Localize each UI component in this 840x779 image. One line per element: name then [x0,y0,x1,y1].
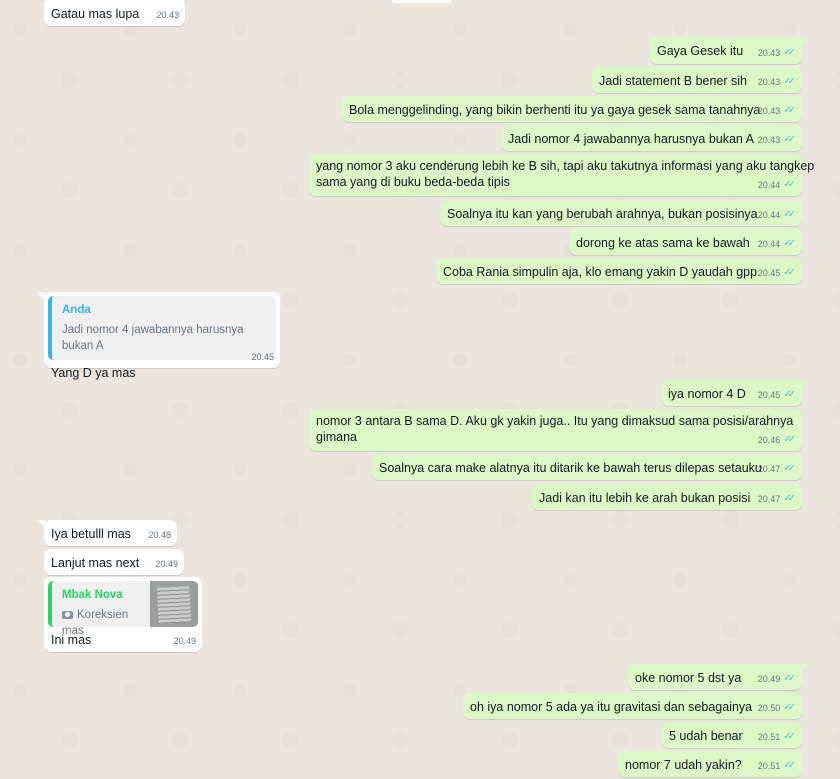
outgoing-message[interactable]: Soalnya cara make alatnya itu ditarik ke… [372,454,802,480]
message-time: 20.43 [757,77,781,87]
outgoing-message[interactable]: Gaya Gesek itu 20.43 ✓✓ [650,37,809,64]
message-text-line-2: gimana [316,430,357,444]
double-check-icon: ✓✓ [783,134,796,145]
double-check-icon: ✓✓ [783,463,796,474]
quote-author: Anda [62,304,91,316]
message-time: 20.49 [155,559,178,569]
double-check-icon: ✓✓ [783,702,796,713]
outgoing-message[interactable]: Soalnya itu kan yang berubah arahnya, bu… [440,200,802,226]
previous-message-edge [392,0,452,3]
message-text: Yang D ya mas [51,366,136,380]
message-time: 20.44 [757,180,781,190]
camera-icon [62,610,73,619]
quote-author: Mbak Nova [62,589,123,601]
double-check-icon: ✓✓ [783,760,796,771]
double-check-icon: ✓✓ [783,209,796,220]
message-time: 20.44 [757,239,781,249]
outgoing-message[interactable]: Coba Rania simpulin aja, klo emang yakin… [436,258,802,284]
quote-text: Jadi nomor 4 jawabannya harusnya bukan A [62,324,244,352]
outgoing-message[interactable]: Jadi kan itu lebih ke arah bukan posisi … [532,484,802,510]
message-text: oh iya nomor 5 ada ya itu gravitasi dan … [470,700,753,714]
double-check-icon: ✓✓ [783,731,796,742]
message-time: 20.48 [148,530,171,540]
double-check-icon: ✓✓ [783,47,796,58]
double-check-icon: ✓✓ [783,179,796,190]
double-check-icon: ✓✓ [783,105,796,116]
message-text-line-2: sama yang di buku beda-beda tipis [316,175,510,189]
outgoing-message[interactable]: nomor 3 antara B sama D. Aku gk yakin ju… [309,409,802,451]
outgoing-message[interactable]: iya nomor 4 D 20.45 ✓✓ [661,380,809,406]
outgoing-message[interactable]: yang nomor 3 aku cenderung lebih ke B si… [309,154,815,196]
message-time: 20.45 [757,268,781,278]
outgoing-message[interactable]: Jadi nomor 4 jawabannya harusnya bukan A… [501,125,802,151]
message-time: 20.43 [757,106,781,116]
double-check-icon: ✓✓ [783,267,796,278]
photo-thumbnail[interactable] [150,581,198,627]
double-check-icon: ✓✓ [783,434,796,445]
message-text: yang nomor 3 aku cenderung lebih ke B si… [316,159,815,173]
incoming-message[interactable]: Lanjut mas next 20.49 [44,549,184,575]
message-time: 20.47 [757,464,781,474]
message-text: Bola menggelinding, yang bikin berhenti … [349,103,761,117]
incoming-reply-message[interactable]: Mbak Nova Koreksien mas Ini mas 20.49 [44,577,202,652]
outgoing-message[interactable]: Bola menggelinding, yang bikin berhenti … [342,96,802,122]
message-time: 20.51 [757,761,781,771]
message-time: 20.49 [757,674,781,684]
message-time: 20.43 [156,10,179,20]
message-time: 20.47 [757,494,781,504]
outgoing-message[interactable]: 5 udah benar 20.51 ✓✓ [662,722,802,748]
message-time: 20.43 [757,135,781,145]
message-text: Coba Rania simpulin aja, klo emang yakin… [443,265,758,279]
message-time: 20.43 [757,48,781,58]
message-text: Soalnya itu kan yang berubah arahnya, bu… [447,207,758,221]
double-check-icon: ✓✓ [783,673,796,684]
incoming-message[interactable]: Gatau mas lupa 20.43 [44,0,185,26]
outgoing-message[interactable]: oke nomor 5 dst ya 20.49 ✓✓ [628,664,809,690]
message-time: 20.46 [757,435,781,445]
quoted-message[interactable]: Anda Jadi nomor 4 jawabannya harusnya bu… [48,296,276,360]
quoted-photo-message[interactable]: Mbak Nova Koreksien mas [48,581,198,637]
message-text: Soalnya cara make alatnya itu ditarik ke… [379,461,762,475]
double-check-icon: ✓✓ [783,238,796,249]
incoming-message[interactable]: Iya betulll mas 20.48 [37,520,177,546]
double-check-icon: ✓✓ [783,493,796,504]
message-time: 20.45 [757,390,781,400]
outgoing-message[interactable]: dorong ke atas sama ke bawah 20.44 ✓✓ [569,229,802,255]
chat-window: { "theme": { "outgoing_bg": "#dcf8c6", "… [0,0,840,777]
double-check-icon: ✓✓ [783,389,796,400]
double-check-icon: ✓✓ [783,76,796,87]
outgoing-message[interactable]: nomor 7 udah yakin? 20.51 ✓✓ [618,751,802,777]
message-text: nomor 3 antara B sama D. Aku gk yakin ju… [316,414,794,428]
message-time: 20.51 [757,732,781,742]
message-time: 20.49 [173,636,196,646]
outgoing-message[interactable]: oh iya nomor 5 ada ya itu gravitasi dan … [463,693,802,719]
message-time: 20.45 [251,352,274,362]
message-time: 20.50 [757,703,781,713]
outgoing-message[interactable]: Jadi statement B bener sih 20.43 ✓✓ [592,67,802,93]
message-time: 20.44 [757,210,781,220]
incoming-reply-message[interactable]: Anda Jadi nomor 4 jawabannya harusnya bu… [37,292,280,380]
